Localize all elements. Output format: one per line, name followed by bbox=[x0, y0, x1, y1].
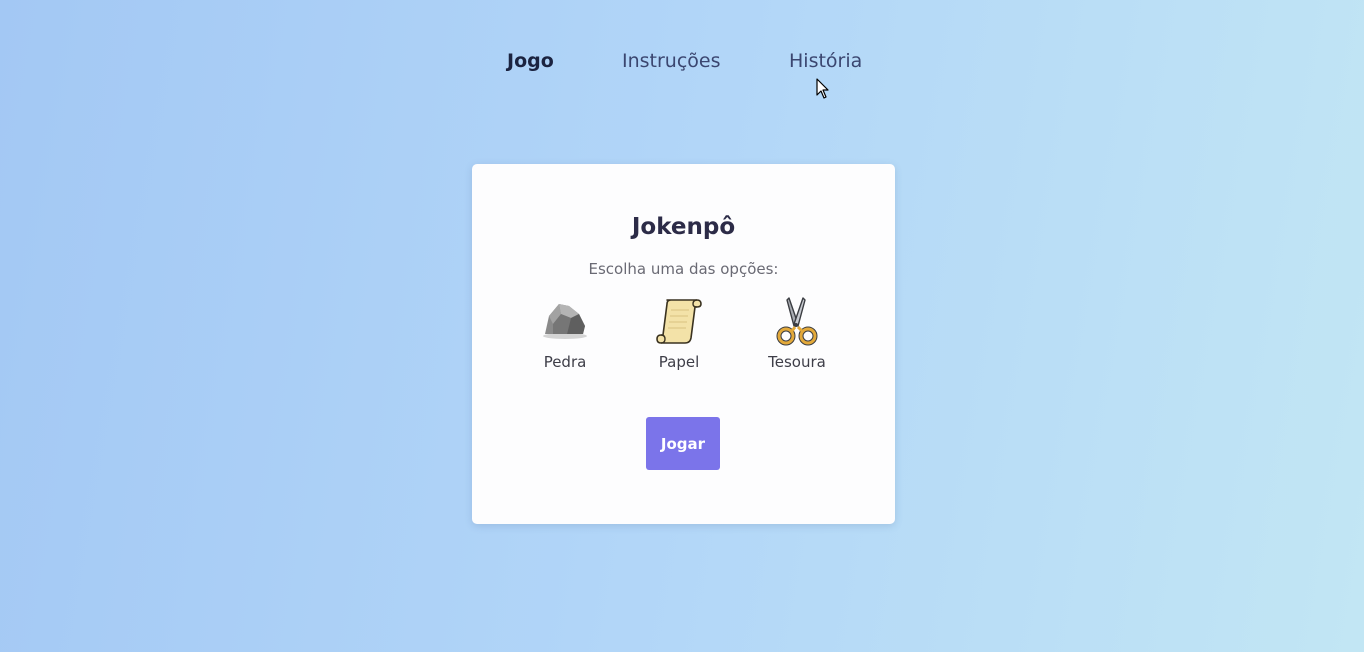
nav-item-instrucoes[interactable]: Instruções bbox=[622, 48, 721, 74]
scissors-icon bbox=[776, 297, 818, 346]
option-tesoura[interactable]: Tesoura bbox=[749, 296, 845, 376]
option-pedra-label: Pedra bbox=[543, 353, 587, 371]
play-button[interactable]: Jogar bbox=[646, 417, 720, 470]
game-card: Jokenpô Escolha uma das opções: Pedra Pa… bbox=[472, 164, 895, 524]
rock-icon bbox=[543, 304, 587, 339]
paper-scroll-icon bbox=[656, 299, 702, 344]
option-papel-label: Papel bbox=[658, 353, 700, 371]
option-pedra[interactable]: Pedra bbox=[517, 296, 613, 376]
mouse-cursor-icon bbox=[816, 78, 829, 99]
game-title: Jokenpô bbox=[631, 214, 736, 240]
game-instructions: Escolha uma das opções: bbox=[588, 260, 779, 278]
option-tesoura-label: Tesoura bbox=[768, 353, 826, 371]
option-papel[interactable]: Papel bbox=[631, 296, 727, 376]
nav-item-jogo[interactable]: Jogo bbox=[507, 48, 554, 74]
nav-item-historia[interactable]: História bbox=[789, 48, 862, 74]
main-nav: Jogo Instruções História bbox=[0, 48, 1364, 76]
